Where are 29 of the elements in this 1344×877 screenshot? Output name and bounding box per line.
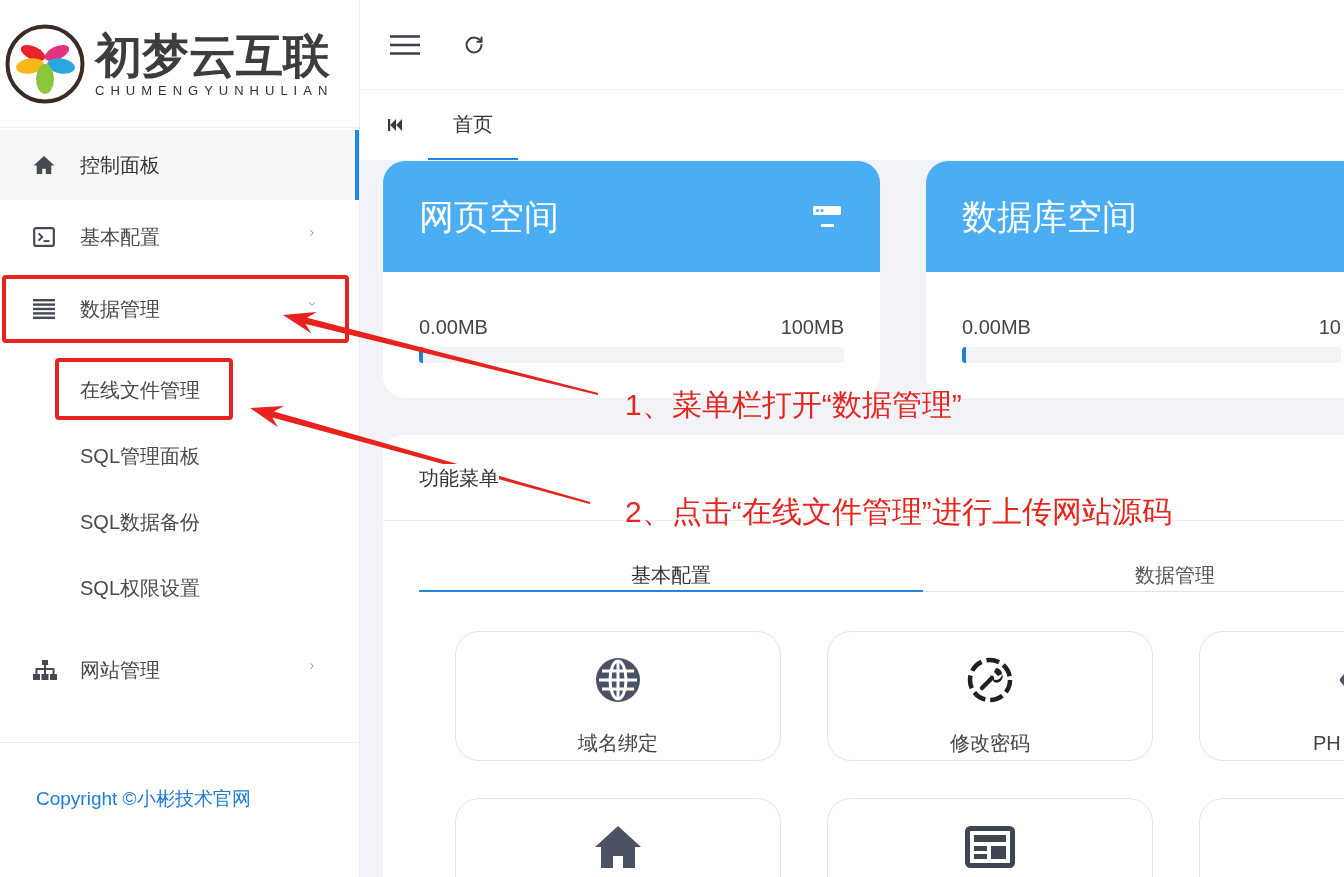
tab[interactable]: 数据管理 bbox=[923, 560, 1344, 592]
refresh-icon[interactable] bbox=[464, 34, 484, 55]
total-value: 10 bbox=[1318, 315, 1341, 339]
sidebar-menu-item[interactable]: 控制面板 bbox=[0, 130, 359, 200]
copyright-link[interactable]: Copyright ©小彬技术官网 bbox=[36, 788, 251, 809]
annotation-text: 1、菜单栏打开“数据管理” bbox=[625, 387, 962, 423]
menu-tile[interactable]: 域名绑定 bbox=[455, 631, 781, 761]
logo-title: 初梦云互联 bbox=[95, 28, 331, 83]
skip-back-icon[interactable] bbox=[388, 119, 402, 131]
menu-icon[interactable] bbox=[390, 34, 420, 55]
card-title: 数据库空间 bbox=[962, 195, 1137, 238]
menu-tile[interactable]: PH bbox=[1199, 631, 1344, 761]
globe-icon bbox=[595, 657, 641, 703]
logo-subtitle: CHUMENGYUNHULIAN bbox=[95, 82, 334, 99]
total-value: 100MB bbox=[780, 315, 844, 339]
house-icon bbox=[594, 825, 642, 869]
terminal-icon bbox=[33, 227, 55, 247]
newspaper-icon bbox=[965, 826, 1015, 868]
list-icon bbox=[33, 299, 55, 319]
home-icon bbox=[33, 155, 55, 175]
sitemap-icon bbox=[33, 660, 57, 680]
menu-tile[interactable]: 修改密码 bbox=[827, 631, 1153, 761]
tab[interactable]: 基本配置 bbox=[419, 560, 923, 592]
card-title: 网页空间 bbox=[419, 195, 559, 238]
used-value: 0.00MB bbox=[419, 315, 488, 339]
flower-logo-icon bbox=[5, 23, 85, 104]
used-value: 0.00MB bbox=[962, 315, 1031, 339]
wrench-icon bbox=[967, 657, 1013, 703]
annotation-text: 2、点击“在线文件管理”进行上传网站源码 bbox=[625, 494, 1172, 530]
